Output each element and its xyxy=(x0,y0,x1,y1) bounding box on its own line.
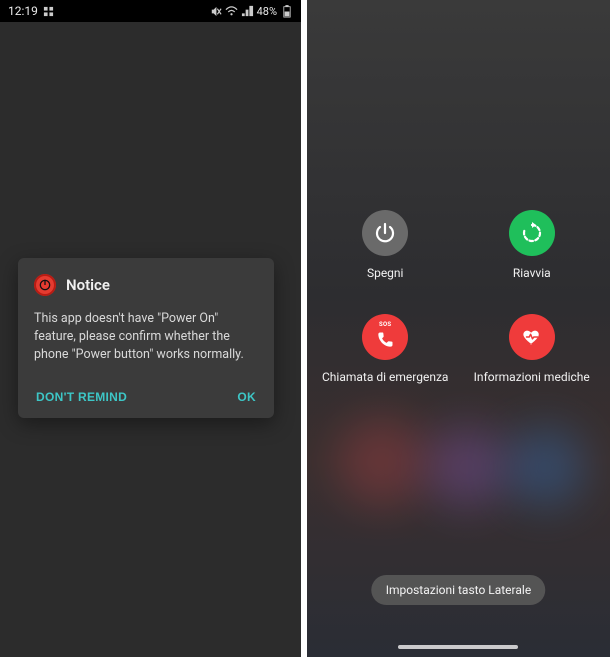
dialog-body: This app doesn't have "Power On" feature… xyxy=(34,310,258,364)
left-screenshot: 12:19 48% Notice xyxy=(0,0,301,657)
wifi-icon xyxy=(225,5,238,18)
power-icon xyxy=(34,274,56,296)
medical-info-button[interactable]: Informazioni mediche xyxy=(463,314,600,384)
power-off-button[interactable]: Spegni xyxy=(317,210,454,280)
power-off-label: Spegni xyxy=(367,266,404,280)
emergency-call-label: Chiamata di emergenza xyxy=(322,370,448,384)
medical-info-icon xyxy=(509,314,555,360)
sos-badge: SOS xyxy=(379,321,391,328)
restart-button[interactable]: Riavvia xyxy=(463,210,600,280)
app-indicator-icon xyxy=(42,5,55,18)
status-bar: 12:19 48% xyxy=(0,0,301,22)
power-off-icon xyxy=(362,210,408,256)
notice-dialog: Notice This app doesn't have "Power On" … xyxy=(18,258,274,418)
status-time: 12:19 xyxy=(8,4,38,18)
dont-remind-button[interactable]: DON'T REMIND xyxy=(36,390,127,404)
mute-icon xyxy=(209,5,222,18)
restart-icon xyxy=(509,210,555,256)
signal-icon xyxy=(241,5,254,18)
gesture-nav-bar[interactable] xyxy=(398,645,518,649)
ok-button[interactable]: OK xyxy=(237,390,256,404)
medical-info-label: Informazioni mediche xyxy=(474,370,590,384)
battery-text: 48% xyxy=(257,5,277,18)
right-screenshot: Spegni Riavvia SOS Chiamata di emergenza… xyxy=(307,0,610,657)
dialog-title: Notice xyxy=(66,276,110,294)
emergency-call-icon: SOS xyxy=(362,314,408,360)
side-key-settings-button[interactable]: Impostazioni tasto Laterale xyxy=(372,575,545,605)
battery-icon xyxy=(280,5,293,18)
power-menu: Spegni Riavvia SOS Chiamata di emergenza… xyxy=(307,210,610,384)
emergency-call-button[interactable]: SOS Chiamata di emergenza xyxy=(317,314,454,384)
restart-label: Riavvia xyxy=(513,266,551,280)
